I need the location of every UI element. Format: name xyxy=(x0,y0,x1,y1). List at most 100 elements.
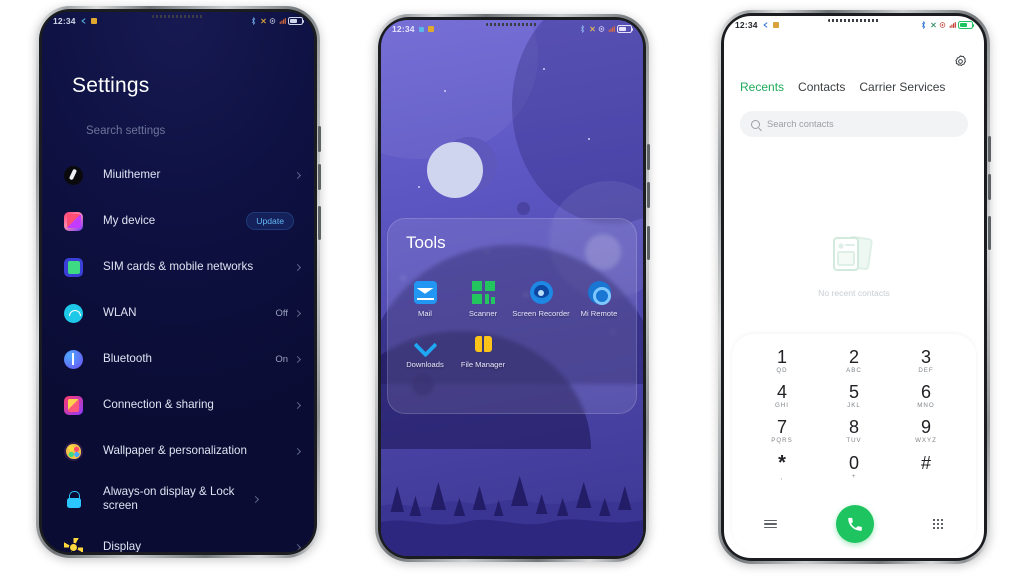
key-letters: MNO xyxy=(917,402,935,409)
key-letters: QD xyxy=(776,367,788,374)
dial-key-8[interactable]: 8 TUV xyxy=(818,418,890,444)
chevron-right-icon xyxy=(293,543,302,551)
palette-icon xyxy=(64,441,83,461)
search-contacts-input[interactable]: Search contacts xyxy=(740,111,968,137)
power-button[interactable] xyxy=(988,216,991,250)
app-icon-mail[interactable]: Mail xyxy=(396,281,454,318)
bluetooth-icon xyxy=(251,17,256,25)
dial-key-3[interactable]: 3 DEF xyxy=(890,348,962,374)
dial-key-5[interactable]: 5 JKL xyxy=(818,383,890,409)
sidebar-item-my-device[interactable]: My device Update xyxy=(42,198,314,244)
downloads-icon xyxy=(414,332,437,355)
forest-silhouette xyxy=(381,460,643,556)
dialpad-keys: 1 QD 2 ABC 3 DEF 4 GHI 5 JKL 6 MNO 7 PQR… xyxy=(746,348,962,481)
dialer-tabs[interactable]: Recents Contacts Carrier Services xyxy=(740,80,972,94)
key-letters: , xyxy=(780,474,784,481)
back-arrow-icon xyxy=(81,18,86,24)
dial-key-0[interactable]: 0 + xyxy=(818,453,890,481)
dial-key-7[interactable]: 7 PQRS xyxy=(746,418,818,444)
battery-icon xyxy=(288,17,305,25)
app-grid: Mail Scanner Screen Recorder Mi Remote D… xyxy=(396,281,628,370)
dialpad[interactable]: 1 QD 2 ABC 3 DEF 4 GHI 5 JKL 6 MNO 7 PQR… xyxy=(732,334,976,553)
search-placeholder: Search contacts xyxy=(767,119,834,129)
sidebar-item-connection-sharing[interactable]: Connection & sharing xyxy=(42,382,314,428)
app-label: Scanner xyxy=(468,309,498,318)
dial-key-4[interactable]: 4 GHI xyxy=(746,383,818,409)
back-arrow-icon xyxy=(418,26,424,32)
sidebar-item-sim-cards[interactable]: SIM cards & mobile networks xyxy=(42,244,314,290)
volume-up-button[interactable] xyxy=(647,144,650,170)
chevron-right-icon xyxy=(251,495,260,503)
sidebar-item-miuithemer[interactable]: Miuithemer xyxy=(42,152,314,198)
app-label: Mi Remote xyxy=(580,309,618,318)
notification-dot-icon xyxy=(772,22,779,28)
key-digit: 6 xyxy=(920,382,931,402)
bluetooth-icon xyxy=(64,349,83,369)
bluetooth-icon xyxy=(921,21,926,29)
tab-carrier-services[interactable]: Carrier Services xyxy=(859,80,945,94)
phone-call-icon[interactable] xyxy=(835,505,874,543)
hamburger-icon[interactable] xyxy=(764,519,777,529)
search-settings-input[interactable]: Search settings xyxy=(86,125,165,137)
sidebar-item-wlan[interactable]: WLAN Off xyxy=(42,290,314,336)
key-digit: 8 xyxy=(848,417,859,437)
volume-down-button[interactable] xyxy=(647,182,650,208)
power-button[interactable] xyxy=(318,206,321,240)
wallpaper-dot xyxy=(517,202,531,216)
brightness-icon xyxy=(64,538,83,553)
back-arrow-icon xyxy=(763,22,768,28)
app-folder-tools[interactable]: Tools Mail Scanner Screen Recorder Mi Re… xyxy=(387,218,637,414)
volume-up-button[interactable] xyxy=(318,126,321,152)
key-digit: # xyxy=(920,453,931,473)
key-digit: 2 xyxy=(848,347,859,367)
screenshot-canvas: 12:34 Settings Search settings Miuitheme… xyxy=(0,0,1024,576)
signal-icon xyxy=(608,26,615,32)
scanner-icon xyxy=(471,281,495,304)
key-digit: 4 xyxy=(776,382,787,402)
power-button[interactable] xyxy=(647,226,650,260)
status-badge[interactable]: Update xyxy=(246,212,294,230)
battery-icon xyxy=(958,21,975,29)
dial-key-1[interactable]: 1 QD xyxy=(746,348,818,374)
volume-down-button[interactable] xyxy=(988,174,991,200)
settings-item-label: My device xyxy=(103,213,156,227)
key-letters: GHI xyxy=(774,402,789,409)
keypad-icon[interactable] xyxy=(932,518,944,530)
settings-list[interactable]: Miuithemer My device Update SIM cards & … xyxy=(42,152,314,552)
app-icon-file-manager[interactable]: File Manager xyxy=(454,332,512,369)
earpiece-grille xyxy=(828,19,880,22)
app-icon-scanner[interactable]: Scanner xyxy=(454,281,512,318)
key-digit: 3 xyxy=(920,347,931,367)
dial-key-hash[interactable]: # xyxy=(890,453,962,481)
settings-item-label: Always-on display & Lock screen xyxy=(103,484,235,512)
key-letters: DEF xyxy=(918,367,934,374)
volume-down-button[interactable] xyxy=(318,164,321,190)
dial-key-9[interactable]: 9 WXYZ xyxy=(890,418,962,444)
volume-up-button[interactable] xyxy=(988,136,991,162)
tab-contacts[interactable]: Contacts xyxy=(798,80,845,94)
app-icon-mi-remote[interactable]: Mi Remote xyxy=(570,281,628,318)
key-letters: TUV xyxy=(846,437,862,444)
dial-key-6[interactable]: 6 MNO xyxy=(890,383,962,409)
phone-screen-settings: 12:34 Settings Search settings Miuitheme… xyxy=(42,12,314,552)
status-time: 12:34 xyxy=(735,20,758,30)
sim-icon xyxy=(64,257,83,277)
sidebar-item-wallpaper[interactable]: Wallpaper & personalization xyxy=(42,428,314,474)
app-icon-screen-recorder[interactable]: Screen Recorder xyxy=(512,281,570,318)
bluetooth-icon xyxy=(580,25,585,33)
dial-key-2[interactable]: 2 ABC xyxy=(818,348,890,374)
mail-icon xyxy=(413,281,437,304)
phone-home: 12:34 Tools Mail Scanner Screen Recorder… xyxy=(375,14,650,562)
sidebar-item-always-on-display[interactable]: Always-on display & Lock screen xyxy=(42,474,314,524)
settings-item-label: Miuithemer xyxy=(103,167,161,181)
sidebar-item-bluetooth[interactable]: Bluetooth On xyxy=(42,336,314,382)
gear-icon[interactable] xyxy=(953,54,968,69)
dialer-bottom-bar xyxy=(746,501,962,543)
sidebar-item-display[interactable]: Display xyxy=(42,524,314,552)
app-icon-downloads[interactable]: Downloads xyxy=(396,332,454,369)
tab-recents[interactable]: Recents xyxy=(740,80,784,94)
dial-key-star[interactable]: * , xyxy=(746,453,818,481)
settings-item-label: Connection & sharing xyxy=(103,397,214,411)
earpiece-grille xyxy=(152,15,204,18)
key-letters: ABC xyxy=(846,367,862,374)
